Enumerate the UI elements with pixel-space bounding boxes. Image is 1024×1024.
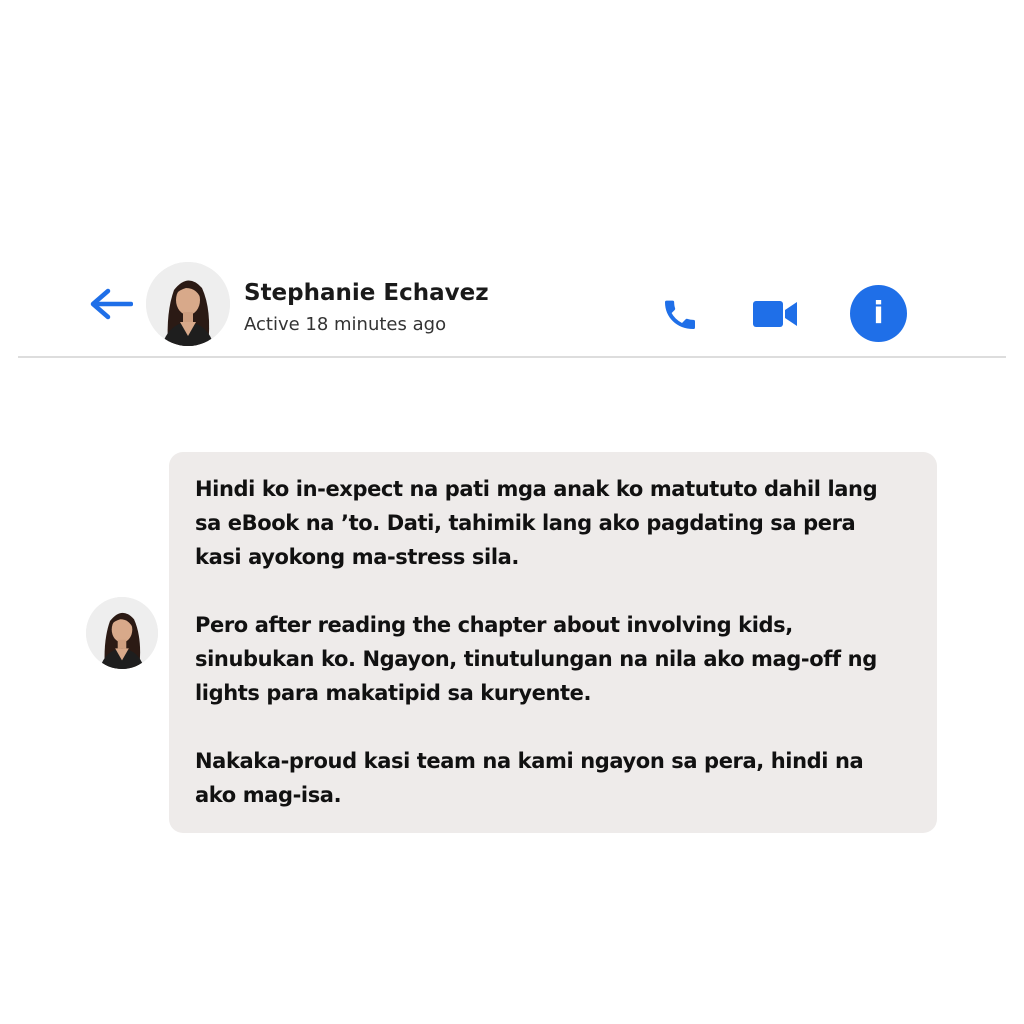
chat-screen: Stephanie Echavez Active 18 minutes ago … [0,0,1024,1024]
message-bubble[interactable]: Hindi ko in-expect na pati mga anak ko m… [169,452,937,833]
contact-status: Active 18 minutes ago [244,314,447,335]
video-camera-icon [753,301,797,327]
video-call-button[interactable] [750,292,800,336]
info-icon: i [873,295,884,331]
call-button[interactable] [656,290,704,338]
avatar-photo [146,262,230,346]
avatar-photo [86,597,158,669]
message-paragraph: Pero after reading the chapter about inv… [195,613,877,705]
back-button[interactable] [86,284,134,324]
header-divider [18,356,1006,358]
message-paragraph: Nakaka-proud kasi team na kami ngayon sa… [195,749,864,807]
contact-avatar[interactable] [146,262,230,346]
info-button[interactable]: i [850,285,907,342]
message-sender-avatar[interactable] [86,597,158,669]
message-paragraph: Hindi ko in-expect na pati mga anak ko m… [195,477,878,569]
phone-icon [665,300,695,329]
contact-name: Stephanie Echavez [244,280,489,306]
arrow-left-icon [90,288,133,320]
